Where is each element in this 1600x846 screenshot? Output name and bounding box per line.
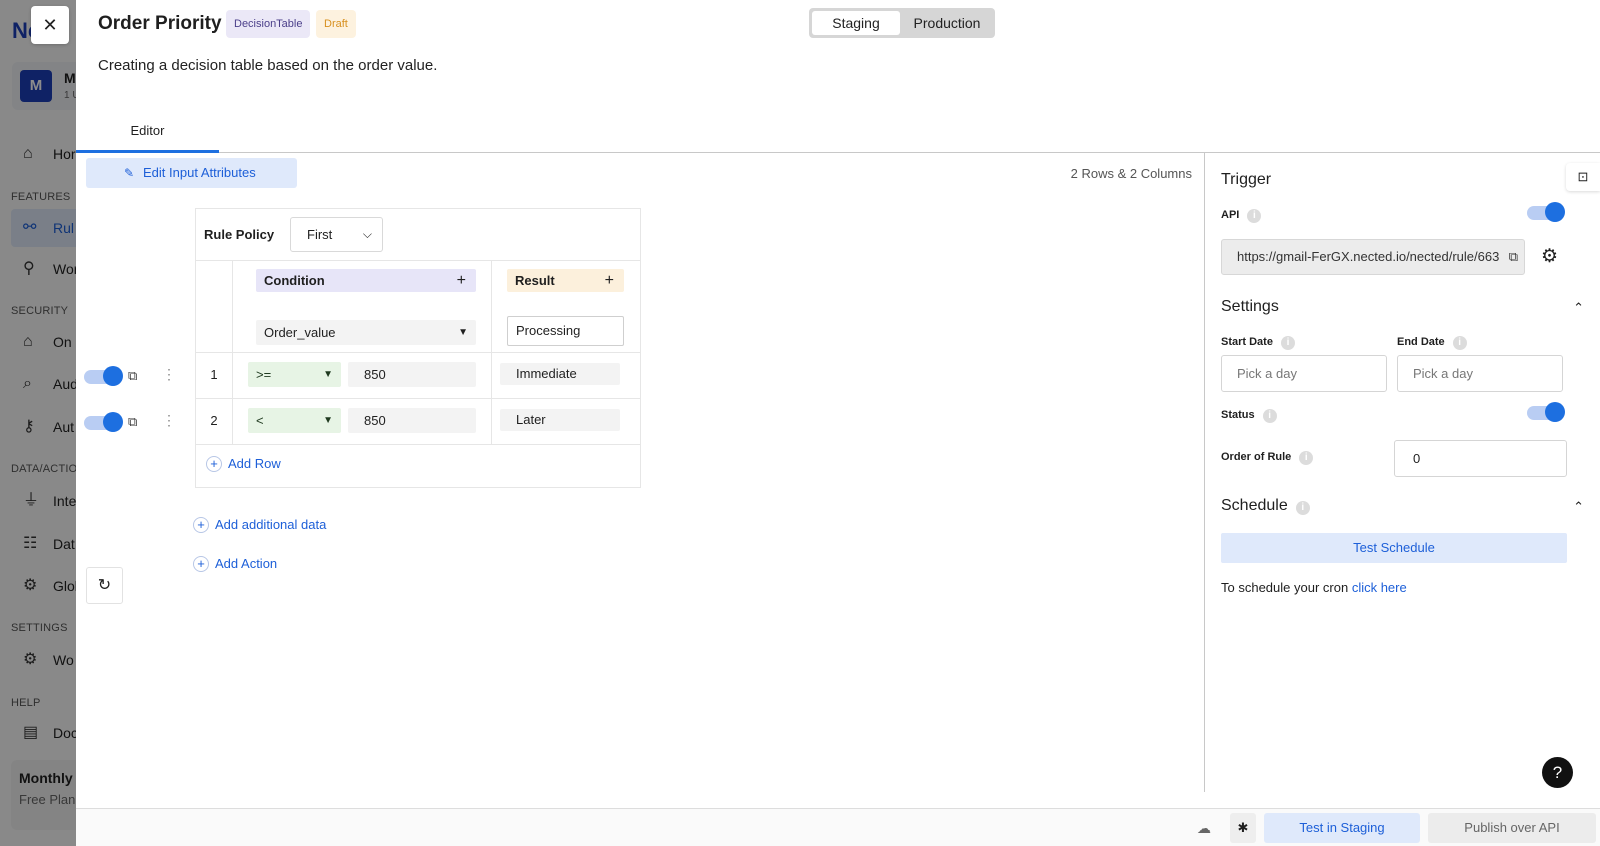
add-additional-data-button[interactable]: + Add additional data — [193, 517, 326, 533]
row-enable-toggle[interactable] — [84, 366, 123, 386]
api-label: API i — [1221, 209, 1262, 223]
copy-row-icon[interactable]: ⧉ — [128, 368, 137, 384]
api-url-field[interactable]: https://gmail-FerGX.nected.io/nected/rul… — [1221, 239, 1525, 275]
condition-column-header: Condition + — [256, 269, 476, 292]
rule-policy-label: Rule Policy — [204, 227, 275, 242]
bug-icon: ✱ — [1237, 820, 1249, 835]
decision-table-editor: ✎ Edit Input Attributes 2 Rows & 2 Colum… — [76, 153, 1204, 792]
refresh-button[interactable]: ↻ — [86, 567, 123, 604]
api-toggle[interactable] — [1527, 202, 1565, 222]
rule-description: Creating a decision table based on the o… — [98, 57, 438, 74]
result-name-input[interactable]: Processing — [507, 316, 624, 346]
tab-bar: Editor — [76, 115, 1600, 153]
collapse-panel-button[interactable]: ⊡ — [1566, 163, 1600, 191]
start-date-input[interactable]: Pick a day — [1221, 355, 1387, 392]
more-options-icon[interactable]: ⋮ — [162, 412, 176, 429]
status-label: Status i — [1221, 409, 1277, 423]
add-condition-icon[interactable]: + — [457, 269, 466, 292]
info-icon: i — [1452, 336, 1467, 350]
copy-icon[interactable]: ⧉ — [1504, 240, 1518, 274]
gear-icon[interactable]: ⚙ — [1541, 247, 1558, 267]
pencil-icon: ✎ — [124, 166, 135, 180]
operator-select[interactable]: >= ▼ — [248, 362, 341, 387]
add-result-icon[interactable]: + — [605, 269, 614, 292]
add-row-button[interactable]: + Add Row — [206, 456, 281, 472]
debug-button[interactable]: ✱ — [1230, 813, 1256, 843]
status-badge: Draft — [316, 10, 356, 38]
test-schedule-button[interactable]: Test Schedule — [1221, 533, 1567, 563]
row-controls: ⧉ ⋮ — [84, 365, 176, 389]
row-number: 2 — [210, 413, 218, 428]
condition-value-input[interactable]: 850 — [348, 362, 476, 387]
settings-title: Settings — [1221, 298, 1279, 315]
order-of-rule-input[interactable]: 0 — [1394, 440, 1567, 477]
operator-select[interactable]: < ▼ — [248, 408, 341, 433]
rule-editor-modal: Order Priority DecisionTable Draft Creat… — [76, 0, 1600, 846]
environment-toggle: Staging Production — [809, 8, 995, 38]
copy-row-icon[interactable]: ⧉ — [128, 414, 137, 430]
footer-bar: ☁ ✱ Test in Staging Publish over API — [76, 808, 1600, 846]
refresh-icon: ↻ — [97, 577, 112, 594]
chevron-up-icon[interactable]: ⌃ — [1573, 499, 1584, 515]
result-column-header: Result + — [507, 269, 624, 292]
row-number: 1 — [210, 367, 218, 382]
test-in-staging-button[interactable]: Test in Staging — [1264, 813, 1420, 843]
env-staging-button[interactable]: Staging — [812, 11, 900, 35]
trigger-title: Trigger — [1221, 171, 1272, 188]
plus-icon: + — [193, 556, 209, 572]
start-date-label: Start Date i — [1221, 336, 1295, 350]
help-icon: ? — [1552, 763, 1563, 782]
condition-attribute-select[interactable]: Order_value ▼ — [256, 320, 476, 345]
chevron-up-icon[interactable]: ⌃ — [1573, 300, 1584, 316]
rows-columns-count: 2 Rows & 2 Columns — [1070, 166, 1192, 181]
help-button[interactable]: ? — [1542, 757, 1573, 788]
info-icon: i — [1280, 336, 1295, 350]
caret-down-icon: ▼ — [323, 415, 333, 426]
edit-input-attributes-button[interactable]: ✎ Edit Input Attributes — [86, 158, 297, 188]
plus-icon: + — [206, 456, 222, 472]
panel-collapse-icon: ⊡ — [1577, 169, 1589, 184]
env-production-button[interactable]: Production — [903, 11, 991, 35]
close-button[interactable]: ✕ — [31, 6, 69, 44]
cloud-icon: ☁ — [1197, 820, 1211, 836]
chevron-down-icon: ⌵ — [362, 227, 372, 241]
order-of-rule-label: Order of Rule i — [1221, 451, 1314, 465]
caret-down-icon: ▼ — [323, 369, 333, 380]
plus-icon: + — [193, 517, 209, 533]
cron-help-text: To schedule your cron click here — [1221, 580, 1407, 595]
result-value-input[interactable]: Immediate — [500, 363, 620, 385]
result-value-input[interactable]: Later — [500, 409, 620, 431]
close-icon: ✕ — [42, 15, 58, 35]
rule-policy-select[interactable]: First ⌵ — [290, 217, 383, 252]
decision-table: Rule Policy First ⌵ Condition + Result +… — [195, 208, 641, 488]
cron-click-here-link[interactable]: click here — [1352, 580, 1407, 595]
right-panel: ⊡ Trigger API i https://gmail-FerGX.necte… — [1204, 153, 1600, 792]
add-action-button[interactable]: + Add Action — [193, 556, 277, 572]
rule-type-badge: DecisionTable — [226, 10, 311, 38]
info-icon: i — [1247, 209, 1262, 223]
publish-over-api-button[interactable]: Publish over API — [1428, 813, 1596, 843]
row-enable-toggle[interactable] — [84, 412, 123, 432]
more-options-icon[interactable]: ⋮ — [162, 366, 176, 383]
page-title: Order Priority — [98, 13, 222, 34]
row-controls: ⧉ ⋮ — [84, 411, 176, 435]
condition-value-input[interactable]: 850 — [348, 408, 476, 433]
end-date-label: End Date i — [1397, 336, 1467, 350]
info-icon: i — [1299, 451, 1314, 465]
caret-down-icon: ▼ — [458, 327, 468, 338]
end-date-input[interactable]: Pick a day — [1397, 355, 1563, 392]
schedule-title: Schedule i — [1221, 497, 1310, 515]
tab-editor[interactable]: Editor — [76, 115, 219, 153]
status-toggle[interactable] — [1527, 402, 1565, 422]
info-icon: i — [1262, 409, 1277, 423]
info-icon: i — [1295, 501, 1310, 515]
